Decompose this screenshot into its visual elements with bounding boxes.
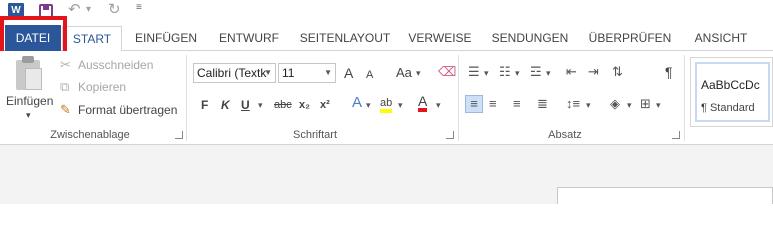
chevron-down-icon: ▼ <box>324 68 332 77</box>
show-marks-button[interactable]: ¶ <box>665 64 673 80</box>
italic-button[interactable]: K <box>221 97 230 113</box>
align-right-icon[interactable]: ≡ <box>513 96 521 112</box>
underline-button[interactable]: U <box>241 97 250 113</box>
align-center-icon[interactable]: ≡ <box>489 96 497 112</box>
tab-seitenlayout[interactable]: SEITENLAYOUT <box>293 26 397 51</box>
paste-icon[interactable] <box>14 56 44 92</box>
tab-verweise[interactable]: VERWEISE <box>405 26 475 51</box>
style-name: ¶ Standard <box>701 102 755 114</box>
paragraph-group-label: Absatz <box>548 129 582 141</box>
font-name-combo[interactable]: Calibri (Textk ▼ <box>193 63 276 83</box>
chevron-down-icon: ▾ <box>258 100 263 110</box>
tab-start[interactable]: START <box>62 26 122 52</box>
font-size-combo[interactable]: 11 ▼ <box>278 63 336 83</box>
ribbon-tabs: DATEI START EINFÜGEN ENTWURF SEITENLAYOU… <box>0 22 773 52</box>
subscript-button[interactable]: x₂ <box>299 97 310 113</box>
numbering-icon[interactable]: ☷ <box>499 64 511 80</box>
chevron-down-icon: ▾ <box>416 68 421 78</box>
font-launcher-icon[interactable] <box>446 131 454 139</box>
chevron-down-icon: ▾ <box>484 68 489 78</box>
copy-icon: ⧉ <box>60 79 70 94</box>
strikethrough-button[interactable]: abc <box>274 97 292 113</box>
highlight-button[interactable]: ab <box>380 97 393 113</box>
multilevel-list-icon[interactable]: ☲ <box>530 64 542 80</box>
chevron-down-icon: ▾ <box>398 100 403 110</box>
chevron-down-icon: ▾ <box>546 68 551 78</box>
quick-access-toolbar: W ↶ ▾ ↻ ≡ <box>0 0 773 22</box>
line-spacing-icon[interactable]: ↕≡ <box>566 96 580 112</box>
tab-einfuegen[interactable]: EINFÜGEN <box>128 26 204 51</box>
text-effects-button[interactable]: A <box>352 95 362 111</box>
shrink-font-button[interactable]: A <box>366 67 373 83</box>
undo-icon[interactable]: ↶ <box>68 1 81 19</box>
font-size-value: 11 <box>282 66 295 80</box>
clipboard-group-label: Zwischenablage <box>50 129 130 141</box>
document-page[interactable] <box>557 187 773 204</box>
chevron-down-icon: ▾ <box>515 68 520 78</box>
chevron-down-icon: ▾ <box>627 100 632 110</box>
styles-gallery: AaBbCcDc ¶ Standard <box>690 57 773 127</box>
group-separator <box>684 55 685 141</box>
font-color-button[interactable]: A <box>418 94 428 112</box>
chevron-down-icon: ▾ <box>656 100 661 110</box>
group-separator <box>458 55 459 141</box>
tab-entwurf[interactable]: ENTWURF <box>212 26 286 51</box>
decrease-indent-icon[interactable]: ⇤ <box>566 64 577 80</box>
undo-dropdown-icon[interactable]: ▾ <box>86 1 91 19</box>
format-painter-button[interactable]: Format übertragen <box>78 102 177 118</box>
bullets-icon[interactable]: ☰ <box>468 64 480 80</box>
style-standard[interactable]: AaBbCcDc ¶ Standard <box>695 62 770 122</box>
sort-icon[interactable]: ⇅ <box>612 64 623 80</box>
chevron-down-icon: ▾ <box>586 100 591 110</box>
scissors-icon: ✂ <box>60 57 71 72</box>
tab-ansicht[interactable]: ANSICHT <box>685 26 757 51</box>
group-separator <box>186 55 187 141</box>
grow-font-button[interactable]: A <box>344 65 353 81</box>
paste-dropdown-icon[interactable]: ▾ <box>26 107 31 123</box>
justify-icon[interactable]: ≣ <box>537 96 548 112</box>
copy-button[interactable]: Kopieren <box>78 79 126 95</box>
clipboard-launcher-icon[interactable] <box>175 131 183 139</box>
paragraph-launcher-icon[interactable] <box>672 131 680 139</box>
cut-button[interactable]: Ausschneiden <box>78 57 153 73</box>
font-name-value: Calibri (Textk <box>197 66 267 80</box>
bold-button[interactable]: F <box>201 97 208 113</box>
datei-highlight-frame <box>0 16 67 56</box>
change-case-button[interactable]: Aa <box>396 65 412 81</box>
redo-icon[interactable]: ↻ <box>108 1 121 19</box>
tab-sendungen[interactable]: SENDUNGEN <box>485 26 575 51</box>
font-group-label: Schriftart <box>292 129 337 141</box>
chevron-down-icon: ▼ <box>264 68 272 77</box>
borders-icon[interactable]: ⊞ <box>640 96 651 112</box>
chevron-down-icon: ▾ <box>436 100 441 110</box>
tab-ueberpruefen[interactable]: ÜBERPRÜFEN <box>583 26 677 51</box>
format-painter-icon: ✎ <box>60 102 71 117</box>
chevron-down-icon: ▾ <box>366 100 371 110</box>
shading-icon[interactable]: ◈ <box>610 96 620 112</box>
customize-qat-icon[interactable]: ≡ <box>136 2 142 13</box>
clear-formatting-icon[interactable]: ⌫ <box>438 64 456 80</box>
superscript-button[interactable]: x² <box>320 97 330 113</box>
increase-indent-icon[interactable]: ⇥ <box>588 64 599 80</box>
style-sample-text: AaBbCcDc <box>701 78 760 92</box>
align-left-icon[interactable]: ≡ <box>465 95 483 113</box>
ribbon-start: Einfügen ▾ ✂ Ausschneiden ⧉ Kopieren ✎ F… <box>0 51 773 145</box>
